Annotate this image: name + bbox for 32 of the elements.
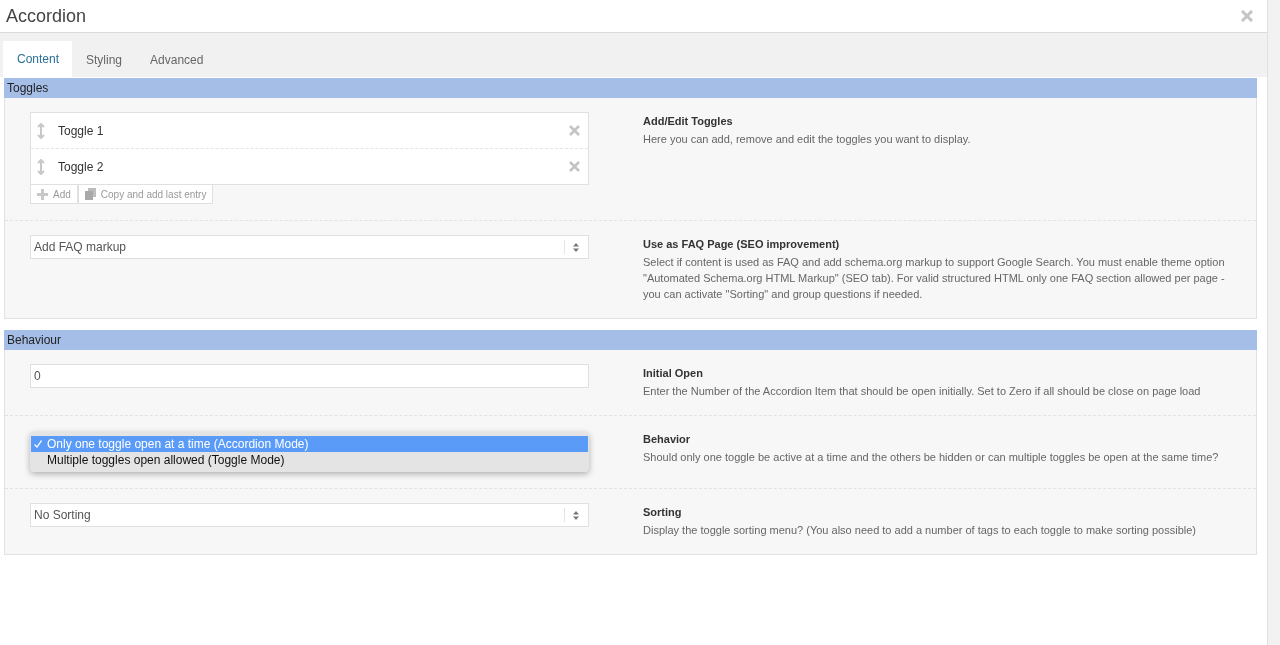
- option-heading: Initial Open: [643, 367, 704, 379]
- input-field[interactable]: 0: [30, 364, 589, 388]
- option-heading: Behavior: [643, 433, 692, 445]
- close-icon[interactable]: [1241, 10, 1253, 22]
- up-down-arrows-icon: [573, 510, 579, 520]
- up-down-arrows-icon: [573, 242, 579, 252]
- checkmark-icon: [34, 440, 42, 448]
- copy-icon: [84, 188, 96, 200]
- drag-handle-icon[interactable]: [37, 158, 45, 175]
- option-heading: Use as FAQ Page (SEO improvement): [643, 238, 841, 250]
- dropdown-option[interactable]: Multiple toggles open allowed (Toggle Mode): [31, 452, 588, 468]
- drag-handle-icon[interactable]: [37, 122, 45, 139]
- section-header: Behaviour: [4, 330, 1257, 350]
- tab[interactable]: Styling: [72, 42, 137, 77]
- option-heading: Add/Edit Toggles: [643, 115, 734, 127]
- toggle-label[interactable]: Toggle 1: [58, 123, 569, 138]
- plus-icon: [37, 188, 48, 200]
- option-description: Display the toggle sorting menu? (You also need to add a number of tags to each toggle to make sorting possible): [643, 523, 1197, 538]
- select-field[interactable]: Add FAQ markup: [30, 235, 589, 259]
- remove-icon[interactable]: [569, 125, 580, 136]
- select-field[interactable]: No Sorting: [30, 503, 589, 527]
- option-description: Here you can add, remove and edit the toggles you want to display.: [643, 132, 972, 147]
- toggle-label[interactable]: Toggle 2: [58, 159, 569, 174]
- tab[interactable]: Advanced: [136, 42, 218, 77]
- option-description: Select if content is used as FAQ and add schema.org markup to support Google Search. You must enable theme option "Automated Schema.org HTML Markup" (SEO tab). For valid structured HTML only one FAQ section allowed per page - you can activate "Sorting" and group questions if needed.: [643, 255, 1226, 302]
- option-heading: Sorting: [643, 506, 683, 518]
- option-description: Enter the Number of the Accordion Item that should be open initially. Set to Zero if all should be close on page load: [643, 384, 1202, 399]
- option-description: Should only one toggle be active at a time and the others be hidden or can multiple toggles be open at the same time?: [643, 450, 1220, 465]
- remove-icon[interactable]: [569, 161, 580, 172]
- tab[interactable]: Content: [3, 41, 72, 77]
- window-title: Accordion: [6, 5, 87, 27]
- section-header: Toggles: [4, 78, 1257, 98]
